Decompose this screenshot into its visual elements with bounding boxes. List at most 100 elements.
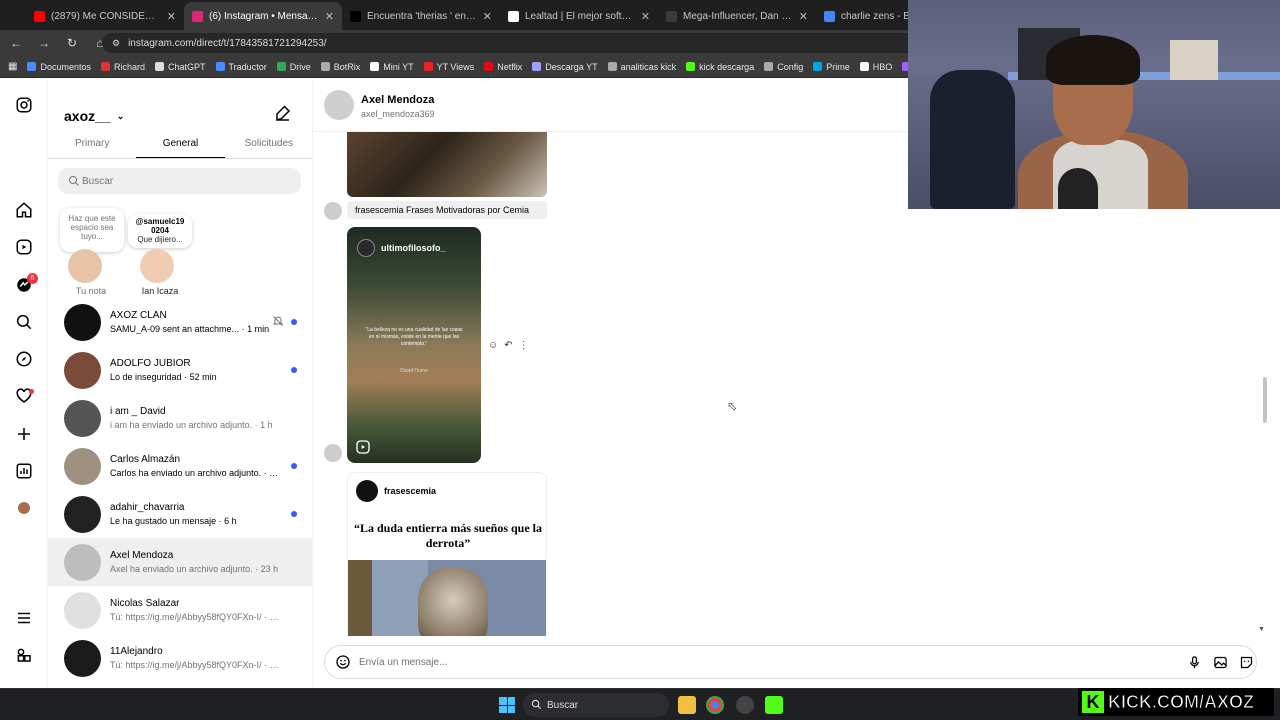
- reply-icon[interactable]: ↶: [504, 340, 512, 351]
- react-emoji-icon[interactable]: ☺: [488, 340, 498, 351]
- instagram-logo-icon[interactable]: [14, 95, 34, 115]
- bookmark-item[interactable]: Richard: [100, 62, 145, 72]
- friend-note-bubble[interactable]: @samuelc19 0204 Que dijiero...: [128, 214, 192, 248]
- microphone-icon[interactable]: [1187, 655, 1202, 670]
- thread-item[interactable]: adahir_chavarria Le ha gustado un mensaje…: [48, 490, 312, 538]
- bookmark-item[interactable]: Traductor: [215, 62, 267, 72]
- thread-item[interactable]: i am _ David i am ha enviado un archivo a…: [48, 394, 312, 442]
- menu-hamburger-icon[interactable]: [14, 608, 34, 628]
- unread-dot: [291, 367, 297, 373]
- emoji-icon[interactable]: [335, 654, 351, 670]
- thread-item[interactable]: Axel Mendoza Axel ha enviado un archivo a…: [48, 538, 312, 586]
- bookmark-item[interactable]: HBO: [859, 62, 892, 72]
- back-icon[interactable]: ←: [8, 35, 24, 51]
- bookmark-item[interactable]: Mini YT: [370, 62, 414, 72]
- thread-item[interactable]: ADOLFO JUBIOR Lo de inseguridad · 52 min: [48, 346, 312, 394]
- more-options-icon[interactable]: ⋮: [519, 340, 529, 351]
- bookmark-item[interactable]: Netflix: [484, 62, 522, 72]
- bookmark-item[interactable]: ChatGPT: [155, 62, 206, 72]
- chat-avatar[interactable]: [324, 90, 354, 120]
- close-tab-icon[interactable]: ✕: [483, 10, 492, 23]
- windows-start-icon[interactable]: [499, 697, 515, 713]
- apps-grid-icon[interactable]: ▦: [8, 61, 17, 72]
- app-icon-green[interactable]: [765, 696, 783, 714]
- bookmark-favicon-icon: [484, 62, 494, 71]
- explore-nav-icon[interactable]: [14, 349, 34, 369]
- close-tab-icon[interactable]: ✕: [167, 10, 176, 23]
- message-input[interactable]: Envía un mensaje...: [324, 645, 1257, 679]
- bookmark-item[interactable]: Descarga YT: [532, 62, 598, 72]
- bookmark-item[interactable]: Config: [764, 62, 803, 72]
- scroll-down-icon[interactable]: ▼: [1258, 626, 1265, 633]
- close-tab-icon[interactable]: ✕: [799, 10, 808, 23]
- reload-icon[interactable]: ↻: [64, 35, 80, 51]
- bookmark-item[interactable]: analiticas kick: [607, 62, 676, 72]
- search-nav-icon[interactable]: [14, 312, 34, 332]
- tab-general[interactable]: General: [136, 132, 225, 158]
- taskbar-search-label: Buscar: [547, 699, 579, 711]
- bookmark-favicon-icon: [370, 62, 380, 71]
- chrome-icon[interactable]: [706, 696, 724, 714]
- site-info-icon[interactable]: ⚙: [112, 38, 120, 49]
- home-nav-icon[interactable]: [14, 200, 34, 220]
- browser-tab[interactable]: Lealtad | El mejor software para ✕: [500, 2, 658, 30]
- profile-avatar-icon[interactable]: [14, 498, 34, 518]
- search-input[interactable]: Buscar: [58, 168, 301, 194]
- tab-favicon-icon: [34, 10, 45, 22]
- browser-tab[interactable]: (2879) Me CONSIDERO COMO ✕: [26, 2, 184, 30]
- threads-apps-icon[interactable]: [14, 645, 34, 665]
- bookmark-item[interactable]: BotRix: [320, 62, 360, 72]
- dashboard-icon[interactable]: [14, 461, 34, 481]
- thread-time: · 1 d: [269, 612, 280, 622]
- bookmark-item[interactable]: YT Views: [423, 62, 474, 72]
- scrollbar-thumb[interactable]: [1263, 377, 1267, 423]
- close-tab-icon[interactable]: ✕: [641, 10, 650, 23]
- thread-preview: Axel ha enviado un archivo adjunto.: [110, 564, 253, 574]
- reels-nav-icon[interactable]: [14, 237, 34, 257]
- bookmark-item[interactable]: Documentos: [27, 62, 91, 72]
- taskbar-search[interactable]: Buscar: [523, 693, 669, 717]
- bookmark-item[interactable]: Prime: [813, 62, 850, 72]
- own-note-bubble[interactable]: Haz que este espacio sea tuyo...: [60, 208, 124, 252]
- shared-post-caption[interactable]: frasescemia Frases Motivadoras por Cemia: [347, 201, 547, 219]
- tab-title: (2879) Me CONSIDERO COMO: [51, 10, 161, 22]
- app-icon[interactable]: [736, 696, 754, 714]
- image-upload-icon[interactable]: [1213, 655, 1228, 670]
- browser-tab[interactable]: (6) Instagram • Mensajes ✕: [184, 2, 342, 30]
- sticker-icon[interactable]: [1239, 655, 1254, 670]
- bookmark-item[interactable]: Drive: [276, 62, 311, 72]
- thread-avatar: [64, 303, 101, 341]
- shared-post-image[interactable]: [347, 132, 547, 197]
- thread-item[interactable]: Carlos Almazán Carlos ha enviado un archi…: [48, 442, 312, 490]
- browser-tab[interactable]: Mega-Influencer, Dan Bilzerian ✕: [658, 2, 816, 30]
- microphone: [1058, 168, 1098, 209]
- forward-icon[interactable]: →: [36, 35, 52, 51]
- thread-name: Nicolas Salazar: [110, 598, 180, 609]
- chat-name[interactable]: Axel Mendoza: [361, 94, 434, 106]
- thread-item[interactable]: 11Alejandro Tú: https://ig.me/j/Abbyy58fQ…: [48, 634, 312, 682]
- file-explorer-icon[interactable]: [678, 696, 696, 714]
- browser-tab[interactable]: Encuentra 'therias ' en TikTok | ✕: [342, 2, 500, 30]
- tab-requests[interactable]: Solicitudes: [225, 132, 312, 158]
- compose-message-icon[interactable]: [274, 105, 292, 123]
- close-tab-icon[interactable]: ✕: [325, 10, 334, 23]
- shared-post-card[interactable]: frasescemia “La duda entierra más sueños…: [347, 472, 547, 636]
- friend-note-user: @samuelc19 0204: [135, 217, 185, 235]
- thread-preview: Le ha gustado un mensaje: [110, 516, 217, 526]
- unread-dot: [291, 319, 297, 325]
- shared-reel[interactable]: ultimofilosofo_ "La belleza no es una cu…: [347, 227, 481, 463]
- create-plus-icon[interactable]: [14, 424, 34, 444]
- bookmark-favicon-icon: [423, 62, 433, 71]
- unread-dot: [291, 463, 297, 469]
- tab-primary[interactable]: Primary: [48, 132, 136, 158]
- bookmark-item[interactable]: kick descarga: [686, 62, 754, 72]
- address-bar[interactable]: ⚙ instagram.com/direct/t/178435817212942…: [102, 33, 922, 53]
- thread-preview: SAMU_A-09 sent an attachme...: [110, 324, 240, 334]
- thread-item[interactable]: Nicolas Salazar Tú: https://ig.me/j/Abbyy…: [48, 586, 312, 634]
- friend-avatar[interactable]: [140, 249, 174, 283]
- account-switcher[interactable]: axoz__ ⌄: [64, 108, 124, 124]
- reel-account-avatar: [357, 239, 375, 257]
- own-avatar[interactable]: [68, 249, 102, 283]
- messages-badge: 6: [27, 273, 38, 284]
- thread-item[interactable]: AXOZ CLAN SAMU_A-09 sent an attachme... ·…: [48, 298, 312, 346]
